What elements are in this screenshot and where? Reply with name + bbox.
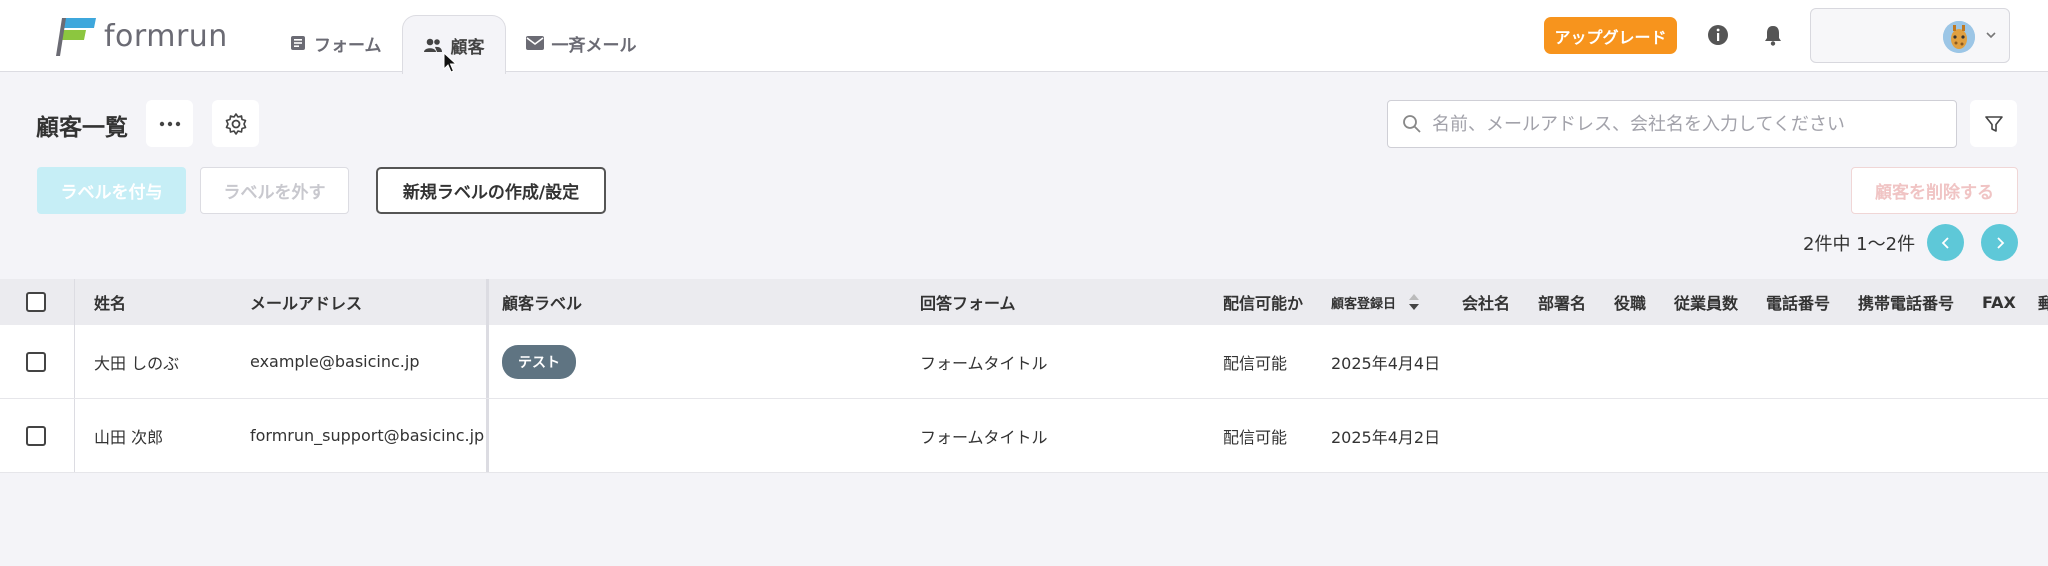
gear-icon (225, 112, 246, 135)
main-nav: フォーム 顧客 一斉メール (270, 14, 657, 74)
cell-form: フォームタイトル (920, 353, 1048, 373)
col-company[interactable]: 会社名 (1462, 279, 1510, 325)
col-mobile[interactable]: 携帯電話番号 (1858, 279, 1954, 325)
form-icon (291, 36, 305, 50)
col-registered-label: 顧客登録日 (1331, 296, 1397, 312)
pagination-count: 2件中 1〜2件 (1803, 234, 1916, 255)
page-title: 顧客一覧 (36, 115, 128, 141)
cell-registered: 2025年4月2日 (1331, 427, 1441, 447)
mail-icon (525, 36, 544, 50)
logo-flag-icon (56, 18, 96, 56)
cell-email: formrun_support@basicinc.jp (250, 426, 485, 445)
chevron-down-icon (1986, 32, 1996, 39)
col-email[interactable]: メールアドレス (250, 279, 362, 325)
new-label-button[interactable]: 新規ラベルの作成/設定 (376, 167, 606, 214)
cell-delivery: 配信可能 (1223, 353, 1288, 373)
search-box[interactable] (1387, 100, 1957, 148)
bell-icon[interactable] (1761, 23, 1785, 47)
col-registered[interactable]: 顧客登録日 (1331, 279, 1420, 325)
search-icon (1403, 115, 1421, 133)
filter-icon (1984, 115, 2003, 132)
prev-page-button[interactable] (1927, 224, 1964, 261)
info-icon[interactable] (1706, 23, 1730, 47)
col-delivery[interactable]: 配信可能か (1223, 279, 1303, 325)
col-phone[interactable]: 電話番号 (1766, 279, 1830, 325)
filter-button[interactable] (1970, 100, 2017, 147)
logo-text: formrun (104, 18, 228, 54)
row-checkbox[interactable] (26, 325, 46, 398)
settings-button[interactable] (212, 100, 259, 147)
col-name[interactable]: 姓名 (94, 279, 126, 325)
select-all-checkbox[interactable] (26, 279, 46, 325)
cell-name: 山田 次郎 (94, 427, 164, 447)
people-icon (423, 38, 442, 52)
more-options-button[interactable] (146, 100, 193, 147)
nav-forms[interactable]: フォーム (270, 14, 402, 72)
cell-registered: 2025年4月4日 (1331, 353, 1441, 373)
customer-table: 姓名 メールアドレス 顧客ラベル 回答フォーム 配信可能か 顧客登録日 会社名 … (0, 279, 2048, 473)
cell-name: 大田 しのぶ (94, 353, 180, 373)
col-label[interactable]: 顧客ラベル (502, 279, 582, 325)
row-checkbox[interactable] (26, 399, 46, 472)
table-row[interactable]: 大田 しのぶ example@basicinc.jp テスト フォームタイトル … (0, 325, 2048, 399)
table-header: 姓名 メールアドレス 顧客ラベル 回答フォーム 配信可能か 顧客登録日 会社名 … (0, 279, 2048, 325)
cell-delivery: 配信可能 (1223, 427, 1288, 447)
avatar (1943, 21, 1975, 53)
add-label-button[interactable]: ラベルを付与 (37, 167, 186, 214)
account-menu[interactable] (1810, 8, 2010, 63)
col-form[interactable]: 回答フォーム (920, 279, 1016, 325)
col-department[interactable]: 部署名 (1538, 279, 1586, 325)
top-bar: formrun フォーム 顧客 一斉メール アップグレード (0, 0, 2048, 74)
col-position[interactable]: 役職 (1614, 279, 1646, 325)
upgrade-button[interactable]: アップグレード (1544, 17, 1677, 54)
cell-email: example@basicinc.jp (250, 352, 420, 371)
ellipsis-icon (159, 121, 180, 126)
cell-form: フォームタイトル (920, 427, 1048, 447)
nav-bulk-mail-label: 一斉メール (551, 35, 637, 56)
col-employees[interactable]: 従業員数 (1674, 279, 1738, 325)
chevron-left-icon (1941, 236, 1949, 249)
nav-forms-label: フォーム (314, 35, 382, 56)
col-more[interactable]: 郵 (2038, 279, 2048, 325)
cell-label: テスト (502, 325, 576, 398)
delete-customer-button[interactable]: 顧客を削除する (1851, 167, 2018, 214)
remove-label-button[interactable]: ラベルを外す (200, 167, 349, 214)
sort-icon[interactable] (1408, 292, 1420, 312)
col-fax[interactable]: FAX (1982, 279, 2016, 325)
label-tag[interactable]: テスト (502, 344, 576, 379)
nav-bulk-mail[interactable]: 一斉メール (506, 14, 657, 72)
chevron-right-icon (1996, 236, 2004, 249)
next-page-button[interactable] (1981, 224, 2018, 261)
table-row[interactable]: 山田 次郎 formrun_support@basicinc.jp フォームタイ… (0, 399, 2048, 473)
search-input[interactable] (1432, 113, 1932, 135)
formrun-logo[interactable]: formrun (56, 16, 228, 56)
mouse-cursor-icon (443, 52, 457, 73)
